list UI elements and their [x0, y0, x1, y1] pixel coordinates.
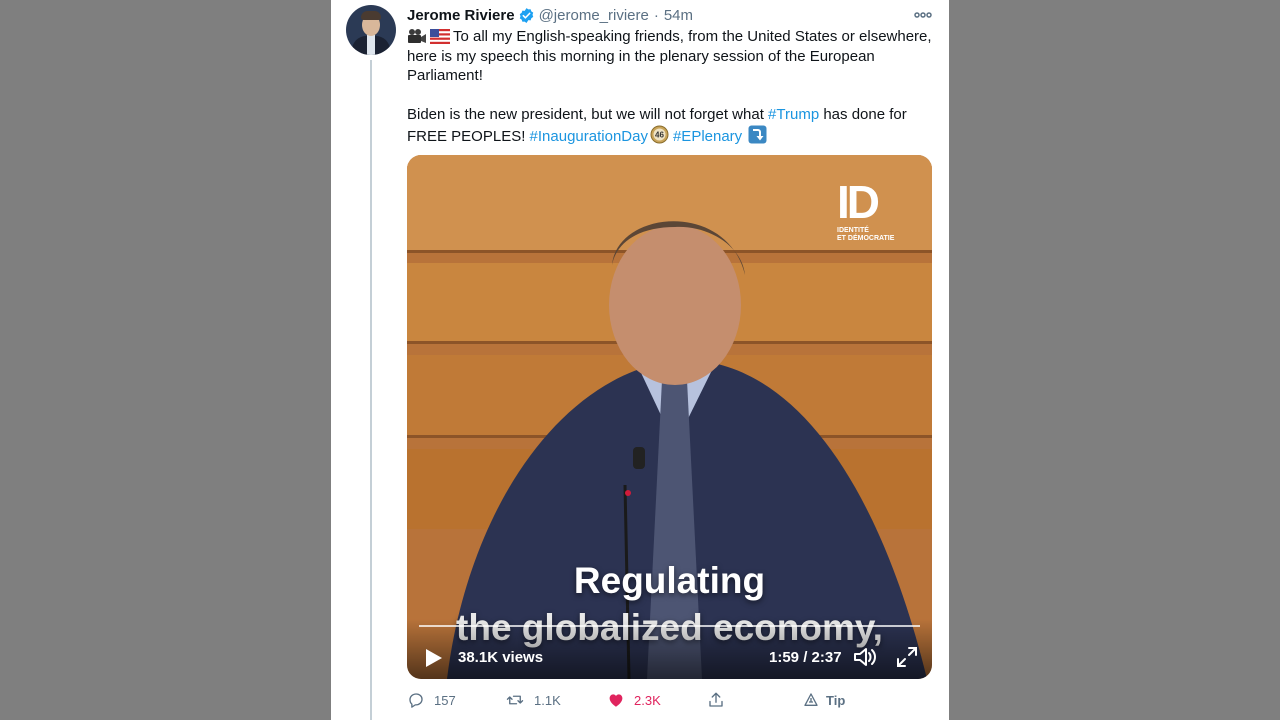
tweet-paragraph-1: To all my English-speaking friends, from… — [407, 28, 932, 84]
right-arrow-curving-down-emoji — [748, 125, 767, 143]
share-icon — [709, 692, 723, 707]
retweet-button[interactable]: 1.1K — [505, 688, 561, 712]
video-time: 1:59 / 2:37 — [769, 649, 842, 666]
like-button[interactable]: 2.3K — [607, 688, 661, 712]
reply-button[interactable]: 157 — [407, 688, 456, 712]
id-logo: ID IDENTITÉ ET DÉMOCRATIE — [837, 176, 895, 242]
heart-icon — [609, 694, 623, 707]
video-player[interactable]: ID IDENTITÉ ET DÉMOCRATIE Regulating the… — [407, 155, 932, 679]
more-options-icon[interactable] — [913, 6, 933, 24]
progress-bar[interactable] — [419, 625, 920, 627]
volume-icon[interactable] — [853, 645, 879, 669]
reply-icon — [409, 693, 423, 708]
retweet-count: 1.1K — [534, 692, 561, 708]
play-icon[interactable] — [425, 648, 443, 668]
author-handle[interactable]: @jerome_riviere — [539, 7, 649, 24]
tip-label: Tip — [826, 692, 846, 708]
tweet-header: Jerome Riviere @jerome_riviere · 54m — [407, 6, 693, 24]
retweet-icon — [506, 695, 524, 705]
timestamp[interactable]: 54m — [664, 7, 693, 24]
tweet-text: To all my English-speaking friends, from… — [407, 27, 937, 146]
hashtag-trump[interactable]: #Trump — [768, 106, 819, 123]
tweet-paragraph-2-start: Biden is the new president, but we will … — [407, 106, 769, 123]
avatar[interactable] — [346, 5, 396, 55]
view-count: 38.1K views — [458, 649, 544, 666]
fullscreen-icon[interactable] — [895, 645, 919, 669]
svg-text:46: 46 — [655, 130, 664, 139]
author-name[interactable]: Jerome Riviere — [407, 7, 515, 24]
tip-icon — [804, 693, 818, 706]
like-count: 2.3K — [634, 692, 661, 708]
circled-46-emoji: 46 — [650, 125, 669, 143]
movie-camera-emoji — [408, 29, 426, 43]
tweet-card: Jerome Riviere @jerome_riviere · 54m To … — [331, 0, 949, 720]
separator-dot: · — [653, 6, 659, 24]
hashtag-eplenary[interactable]: #EPlenary — [673, 128, 742, 145]
tip-button[interactable]: Tip — [803, 688, 845, 712]
reply-count: 157 — [434, 692, 456, 708]
thread-line — [370, 60, 372, 720]
share-button[interactable] — [707, 688, 734, 712]
verified-badge-icon — [519, 7, 533, 23]
tweet-actions: 157 1.1K 2.3K Tip — [407, 688, 927, 712]
video-caption-line-1: Regulating — [573, 560, 766, 601]
hashtag-inauguration-day[interactable]: #InaugurationDay — [530, 128, 648, 145]
us-flag-emoji — [430, 29, 450, 44]
